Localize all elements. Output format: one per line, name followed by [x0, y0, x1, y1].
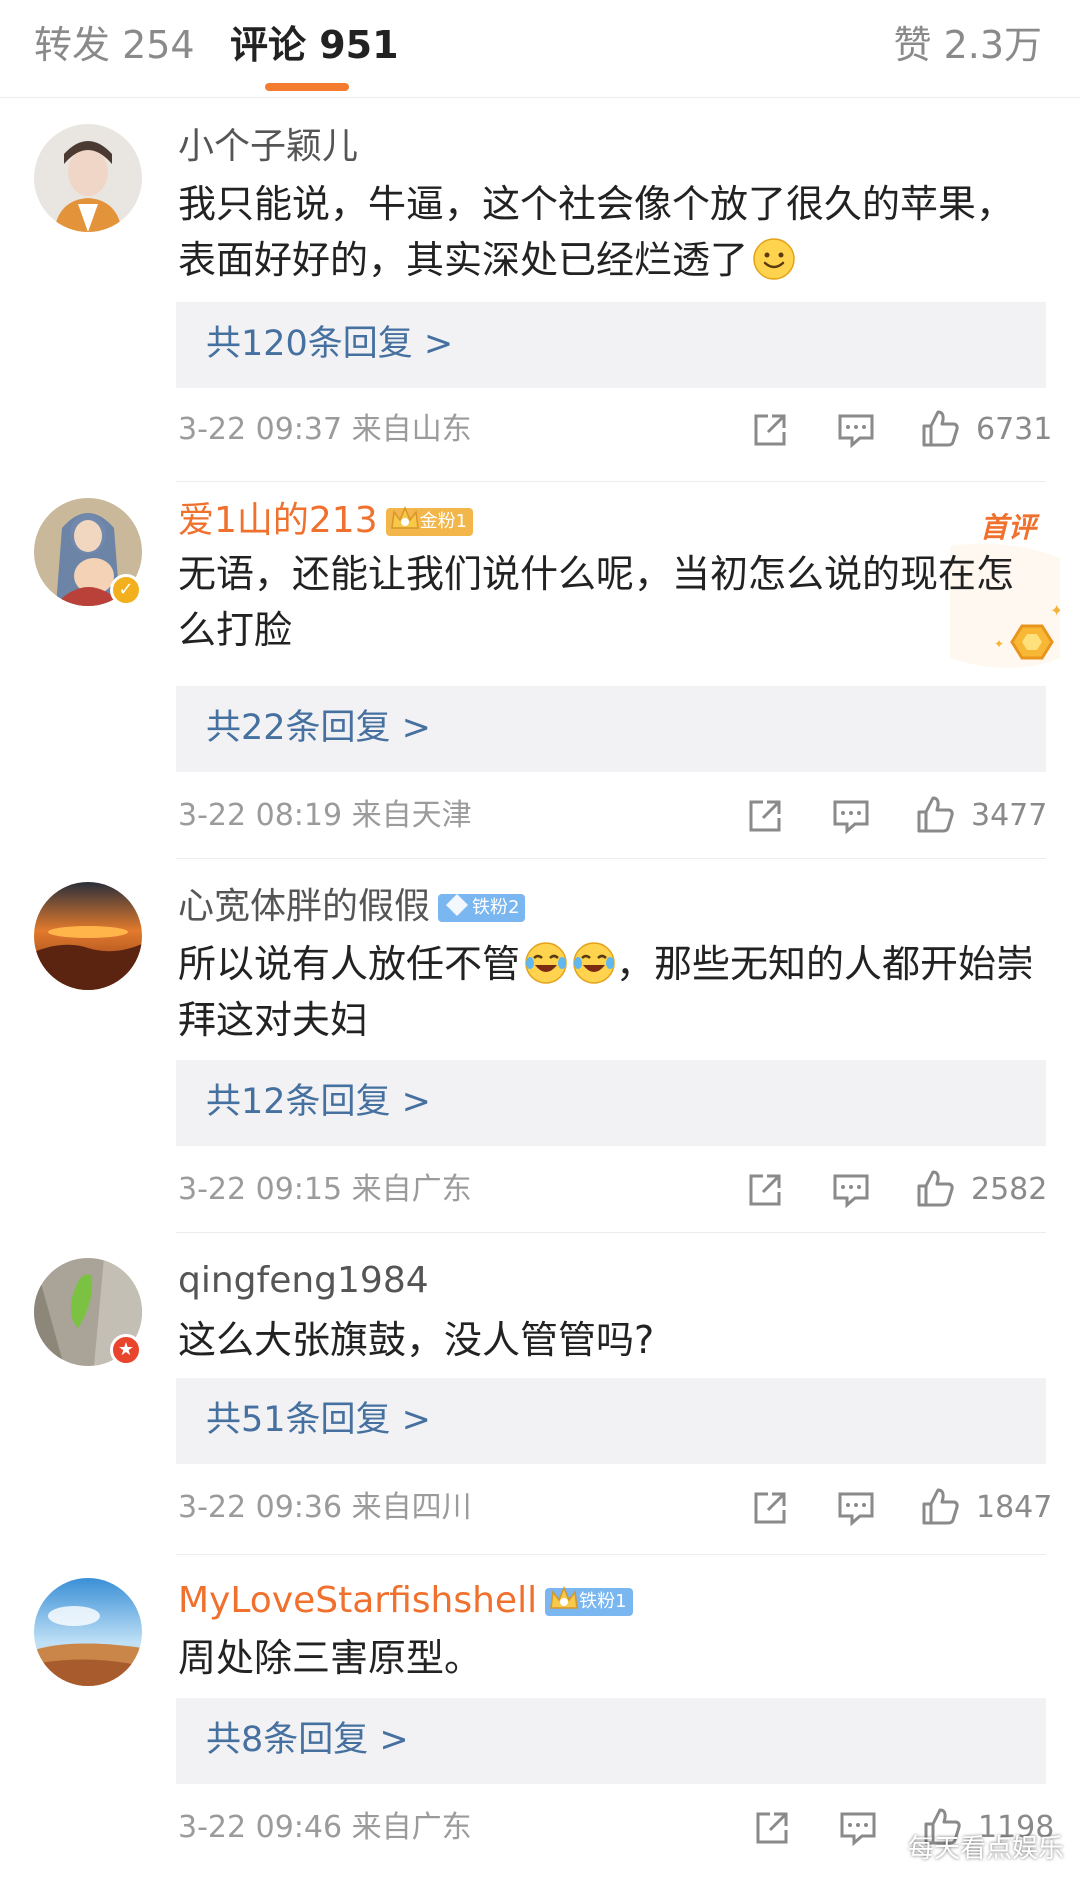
- like-icon[interactable]: [915, 1168, 955, 1208]
- comment-text: 无语，还能让我们说什么呢，当初怎么说的现在怎么打脸: [178, 552, 1015, 652]
- comment-item: ★ qingfeng1984 这么大张旗鼓，没人管管吗? 共51条回复 > 3-…: [0, 1234, 1080, 1556]
- comment-time: 3-22 09:46: [178, 1810, 343, 1845]
- comment-item: 心宽体胖的假假 铁粉2 所以说有人放任不管 ，那些无知的人都开始崇拜这对夫妇 共12…: [0, 860, 1080, 1234]
- tears-of-joy-emoji: [573, 942, 615, 984]
- svg-text:✦: ✦: [1050, 601, 1060, 620]
- comment-meta: 3-22 09:46 来自广东: [178, 1810, 472, 1846]
- share-icon[interactable]: [752, 1808, 792, 1848]
- comment-location: 来自四川: [351, 1490, 472, 1525]
- crown-icon: [550, 1586, 578, 1609]
- comment-time: 3-22 09:15: [178, 1172, 343, 1207]
- username-text: MyLoveStarfishshell: [178, 1580, 538, 1621]
- fan-level-text: 铁粉2: [472, 897, 520, 918]
- comment-meta: 3-22 09:36 来自四川: [178, 1490, 472, 1526]
- watermark: 每天看点娱乐: [907, 1834, 1064, 1864]
- comment-item: ✓ 爱1山的213 金粉1 首评 ✦ ✦ 无语，还能让我们说什么呢，当初怎么说的现…: [0, 482, 1080, 860]
- comment-icon[interactable]: [836, 410, 876, 450]
- username[interactable]: 小个子颖儿: [178, 126, 358, 168]
- verified-badge-icon: ✓: [110, 574, 142, 606]
- comment-text-body: 我只能说，牛逼，这个社会像个放了很久的苹果，表面好好的，其实深处已经烂透了: [178, 182, 1015, 282]
- reply-count-link[interactable]: 共8条回复 >: [206, 1718, 409, 1762]
- avatar[interactable]: [34, 1578, 142, 1686]
- comment-icon[interactable]: [831, 1170, 871, 1210]
- comment-location: 来自山东: [351, 412, 472, 447]
- username[interactable]: 爱1山的213 金粉1: [178, 500, 474, 542]
- comment-location: 来自广东: [351, 1810, 472, 1845]
- fan-level-badge: 金粉1: [385, 506, 474, 536]
- username-text: 心宽体胖的假假: [178, 886, 431, 927]
- comment-icon[interactable]: [831, 796, 871, 836]
- smile-emoji: [753, 238, 795, 280]
- reply-summary[interactable]: 共120条回复 >: [176, 302, 1046, 388]
- like-icon[interactable]: [920, 408, 960, 448]
- avatar[interactable]: [34, 124, 142, 232]
- share-icon[interactable]: [750, 1488, 790, 1528]
- like-icon[interactable]: [915, 794, 955, 834]
- tears-of-joy-emoji: [525, 942, 567, 984]
- fan-level-badge: 铁粉2: [438, 894, 526, 922]
- comment-icon[interactable]: [836, 1488, 876, 1528]
- divider: [176, 1232, 1046, 1233]
- reply-count-link[interactable]: 共22条回复 >: [206, 706, 431, 750]
- reply-summary[interactable]: 共22条回复 >: [176, 686, 1046, 772]
- comment-text-part: 所以说有人放任不管: [178, 942, 521, 986]
- reply-summary[interactable]: 共51条回复 >: [176, 1378, 1046, 1464]
- reply-count-link[interactable]: 共120条回复 >: [206, 322, 453, 366]
- reply-count-link[interactable]: 共12条回复 >: [206, 1080, 431, 1124]
- share-icon[interactable]: [745, 796, 785, 836]
- divider: [176, 1554, 1046, 1555]
- comment-tabs: 转发 254 评论 951 赞 2.3万: [0, 0, 1080, 98]
- tab-comments[interactable]: 评论 951: [230, 22, 399, 68]
- share-icon[interactable]: [750, 410, 790, 450]
- like-icon[interactable]: [920, 1486, 960, 1526]
- comment-icon[interactable]: [838, 1808, 878, 1848]
- comment-text: 所以说有人放任不管 ，那些无知的人都开始崇拜这对夫妇: [178, 936, 1048, 1048]
- diamond-icon: [446, 894, 469, 916]
- username[interactable]: qingfeng1984: [178, 1260, 429, 1302]
- tab-likes[interactable]: 赞 2.3万: [893, 22, 1042, 68]
- username[interactable]: MyLoveStarfishshell 铁粉1: [178, 1580, 633, 1622]
- like-count: 1847: [976, 1490, 1053, 1525]
- reply-count-link[interactable]: 共51条回复 >: [206, 1398, 431, 1442]
- comment-meta: 3-22 09:37 来自山东: [178, 412, 472, 448]
- fan-level-badge: 铁粉1: [545, 1586, 633, 1616]
- comment-time: 3-22 09:37: [178, 412, 343, 447]
- comment-location: 来自天津: [351, 798, 472, 833]
- comment-time: 3-22 08:19: [178, 798, 343, 833]
- crown-icon: [390, 506, 419, 529]
- username-text: 爱1山的213: [178, 500, 378, 541]
- like-count: 3477: [971, 798, 1048, 833]
- comment-item: 小个子颖儿 我只能说，牛逼，这个社会像个放了很久的苹果，表面好好的，其实深处已经…: [0, 98, 1080, 482]
- comment-text: 这么大张旗鼓，没人管管吗?: [178, 1318, 655, 1362]
- reply-summary[interactable]: 共12条回复 >: [176, 1060, 1046, 1146]
- comment-meta: 3-22 08:19 来自天津: [178, 798, 472, 834]
- username[interactable]: 心宽体胖的假假 铁粉2: [178, 886, 526, 928]
- star-badge-icon: ★: [110, 1334, 142, 1366]
- like-count: 2582: [971, 1172, 1048, 1207]
- comment-time: 3-22 09:36: [178, 1490, 343, 1525]
- comment-text: 周处除三害原型。: [178, 1636, 483, 1680]
- comment-location: 来自广东: [351, 1172, 472, 1207]
- comment-meta: 3-22 09:15 来自广东: [178, 1172, 472, 1208]
- fan-level-text: 金粉1: [419, 511, 468, 532]
- comment-text: 我只能说，牛逼，这个社会像个放了很久的苹果，表面好好的，其实深处已经烂透了: [178, 176, 1048, 288]
- active-tab-indicator: [265, 83, 349, 91]
- like-count: 6731: [976, 412, 1053, 447]
- divider: [176, 858, 1046, 859]
- share-icon[interactable]: [745, 1170, 785, 1210]
- fan-level-text: 铁粉1: [579, 1591, 627, 1612]
- reply-summary[interactable]: 共8条回复 >: [176, 1698, 1046, 1784]
- tab-repost[interactable]: 转发 254: [34, 22, 195, 68]
- avatar[interactable]: [34, 882, 142, 990]
